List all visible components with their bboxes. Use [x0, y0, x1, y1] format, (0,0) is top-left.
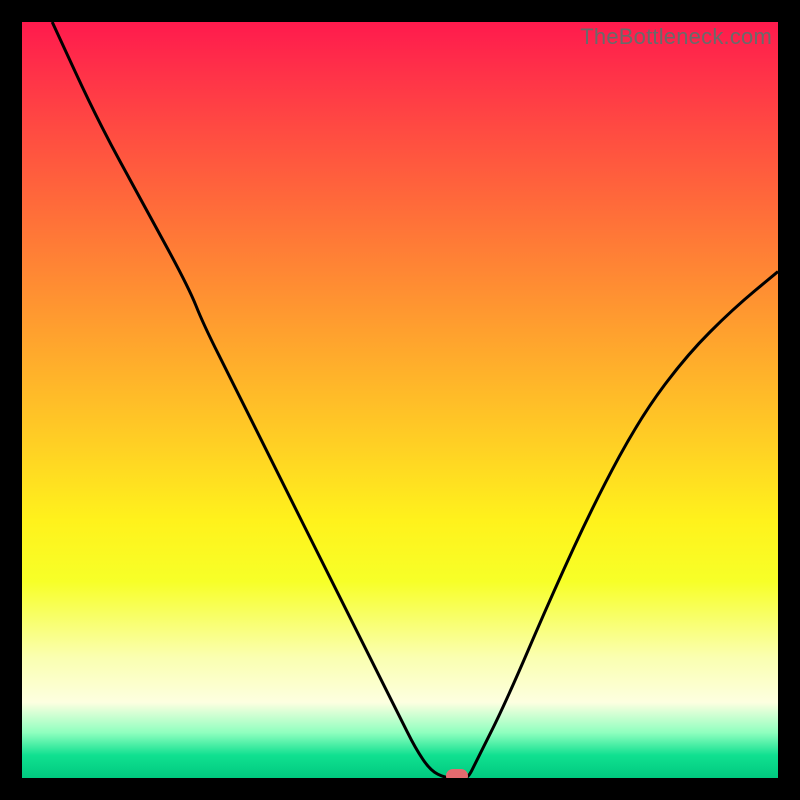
bottleneck-curve: [22, 22, 778, 778]
chart-stage: TheBottleneck.com: [0, 0, 800, 800]
min-marker: [446, 769, 468, 778]
chart-plot-area: TheBottleneck.com: [22, 22, 778, 778]
watermark-text: TheBottleneck.com: [580, 24, 772, 50]
curve-path: [52, 22, 778, 778]
